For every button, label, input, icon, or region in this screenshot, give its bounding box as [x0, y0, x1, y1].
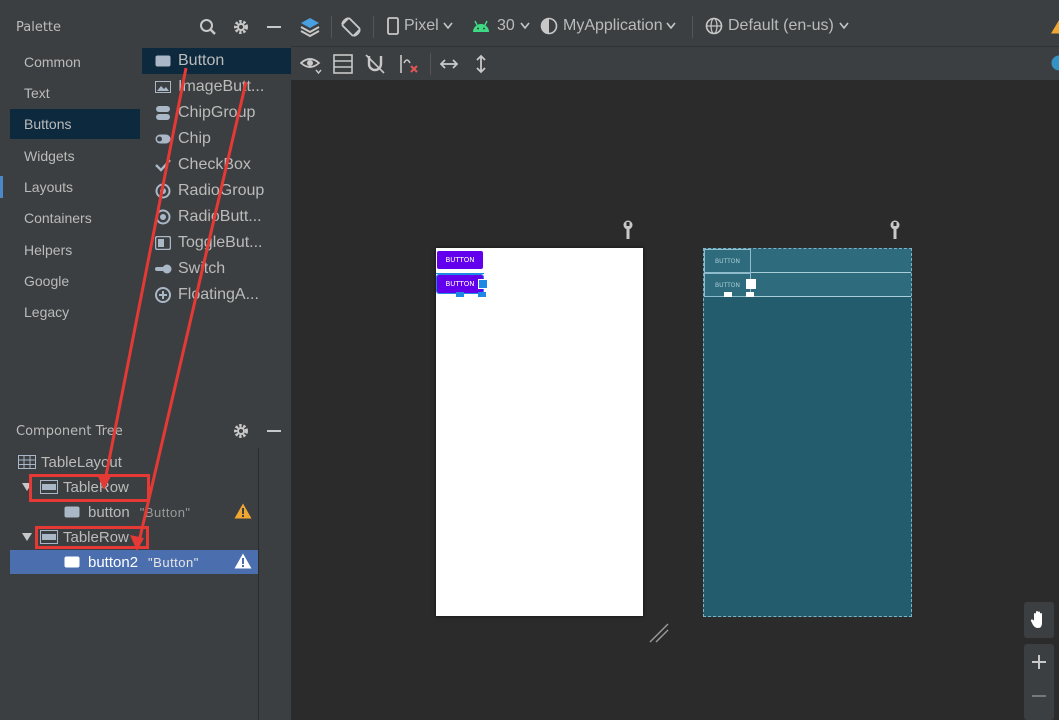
annotation-arrow-2 [136, 81, 248, 547]
annotation-arrows [97, 67, 248, 551]
annotation-arrowhead-1 [97, 474, 111, 490]
annotation-arrowhead-2 [130, 535, 144, 551]
annotation-arrow-1 [102, 67, 188, 487]
